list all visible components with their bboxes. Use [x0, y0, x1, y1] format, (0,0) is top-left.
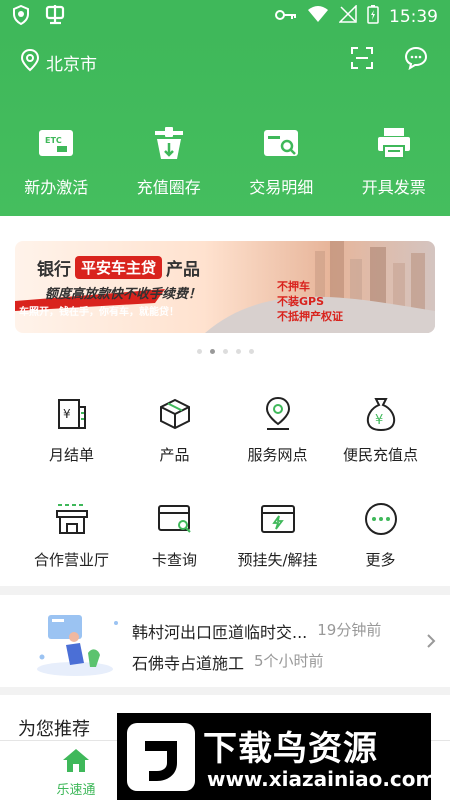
bird-logo-icon	[127, 723, 195, 795]
carousel-dot[interactable]	[236, 349, 241, 354]
carousel-dot-active[interactable]	[210, 349, 215, 354]
service-more[interactable]: 更多	[329, 499, 432, 604]
service-report-loss[interactable]: 预挂失/解挂	[226, 499, 329, 604]
service-label: 便民充值点	[329, 444, 432, 465]
banner-product-badge: 平安车主贷	[75, 256, 162, 279]
store-icon	[20, 499, 123, 539]
banner-product-suffix: 产品	[166, 255, 200, 280]
app-notification-icon	[44, 4, 66, 30]
services-section: ¥ 月结单 产品 服务网点 ¥ 便民充值点 合作营业厅	[0, 366, 450, 586]
service-card-query[interactable]: 卡查询	[123, 499, 226, 604]
banner-bank-text: 银行	[37, 255, 71, 280]
chevron-right-icon[interactable]	[426, 633, 436, 654]
box-icon	[123, 394, 226, 434]
quick-action-label: 开具发票	[338, 174, 450, 198]
yen-bag-icon: ¥	[329, 394, 432, 434]
wifi-icon	[307, 5, 329, 28]
carousel-dots	[0, 349, 450, 354]
carousel-dot[interactable]	[197, 349, 202, 354]
banner-feature: 不抵押产权证	[277, 309, 343, 324]
watermark-overlay: 下载鸟资源 www.xiazainiao.com	[117, 713, 431, 800]
service-recharge-points[interactable]: ¥ 便民充值点	[329, 394, 432, 499]
location-selector[interactable]: 北京市	[20, 48, 97, 77]
quick-action-activate[interactable]: ETC 新办激活	[0, 122, 113, 198]
header: 北京市 ETC 新办激活 充值圈存 交易明细	[0, 30, 450, 216]
card-flash-icon	[226, 499, 329, 539]
status-time: 15:39	[389, 7, 438, 27]
card-search-icon	[123, 499, 226, 539]
transaction-search-icon	[225, 122, 338, 164]
service-label: 更多	[329, 549, 432, 570]
quick-action-label: 交易明细	[225, 174, 338, 198]
svg-text:¥: ¥	[63, 407, 71, 421]
service-outlets[interactable]: 服务网点	[226, 394, 329, 499]
quick-action-transactions[interactable]: 交易明细	[225, 122, 338, 198]
statement-icon: ¥	[20, 394, 123, 434]
status-bar: 15:39	[0, 0, 450, 30]
banner-feature: 不押车	[277, 279, 343, 294]
recommend-title: 为您推荐	[18, 715, 90, 741]
more-icon	[329, 499, 432, 539]
service-label: 合作营业厅	[20, 549, 123, 570]
tab-label: 乐速通	[48, 779, 104, 798]
news-illustration	[30, 607, 120, 683]
promo-banner[interactable]: 银行 平安车主贷 产品 额度高放款快不收手续费！ 车照开，钱在手，你有车，就能贷…	[15, 241, 435, 333]
etc-card-icon: ETC	[0, 122, 113, 164]
service-label: 服务网点	[226, 444, 329, 465]
watermark-url: www.xiazainiao.com	[207, 767, 436, 791]
location-label: 北京市	[46, 50, 97, 75]
carousel-dot[interactable]	[223, 349, 228, 354]
quick-action-label: 新办激活	[0, 174, 113, 198]
service-label: 预挂失/解挂	[226, 549, 329, 570]
banner-section: 银行 平安车主贷 产品 额度高放款快不收手续费！ 车照开，钱在手，你有车，就能贷…	[0, 216, 450, 366]
banner-feature: 不装GPS	[277, 294, 343, 309]
service-label: 月结单	[20, 444, 123, 465]
home-icon	[48, 747, 104, 777]
quick-action-recharge[interactable]: 充值圈存	[113, 122, 226, 198]
service-products[interactable]: 产品	[123, 394, 226, 499]
news-item[interactable]: 韩村河出口匝道临时交... 19分钟前	[132, 619, 381, 643]
location-pin-icon	[226, 394, 329, 434]
recharge-station-icon	[113, 122, 226, 164]
news-title: 韩村河出口匝道临时交...	[132, 619, 307, 643]
news-item[interactable]: 石佛寺占道施工 5个小时前	[132, 650, 324, 674]
location-pin-icon	[20, 48, 40, 77]
service-partner-halls[interactable]: 合作营业厅	[20, 499, 123, 604]
service-monthly-statement[interactable]: ¥ 月结单	[20, 394, 123, 499]
news-time: 5个小时前	[254, 650, 324, 674]
shield-icon	[12, 5, 30, 29]
banner-slogan: 车照开，钱在手，你有车，就能贷！	[19, 303, 179, 318]
news-title: 石佛寺占道施工	[132, 650, 244, 674]
carousel-dot[interactable]	[249, 349, 254, 354]
news-time: 19分钟前	[317, 619, 381, 643]
service-label: 产品	[123, 444, 226, 465]
service-label: 卡查询	[123, 549, 226, 570]
battery-charging-icon	[367, 4, 379, 29]
watermark-text: 下载鸟资源	[203, 721, 378, 770]
quick-action-label: 充值圈存	[113, 174, 226, 198]
quick-action-invoice[interactable]: 开具发票	[338, 122, 450, 198]
traffic-news[interactable]: 韩村河出口匝道临时交... 19分钟前 石佛寺占道施工 5个小时前	[0, 595, 450, 687]
message-icon[interactable]	[404, 46, 428, 74]
banner-tagline: 额度高放款快不收手续费！	[45, 283, 201, 302]
scan-icon[interactable]	[350, 46, 374, 74]
svg-text:¥: ¥	[375, 413, 383, 428]
svg-text:ETC: ETC	[45, 136, 62, 145]
printer-icon	[338, 122, 450, 164]
no-signal-icon	[339, 5, 357, 28]
tab-home[interactable]: 乐速通	[48, 747, 104, 798]
key-icon	[275, 7, 297, 27]
